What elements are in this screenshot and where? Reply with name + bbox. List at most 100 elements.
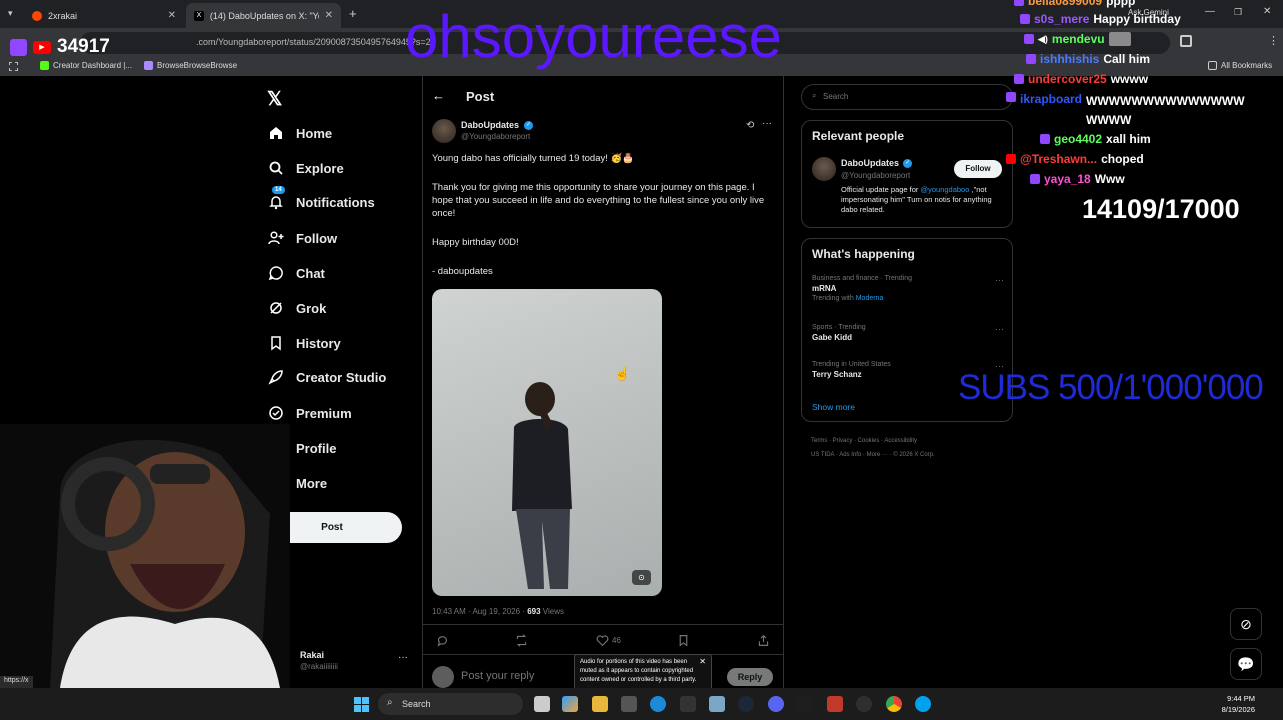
windows-start-icon[interactable] xyxy=(354,697,369,712)
search-box[interactable]: ⌕ Search xyxy=(801,84,1013,110)
obs-icon[interactable] xyxy=(856,696,872,712)
bookmark-icon xyxy=(144,61,153,70)
chat-line: yaya_18 Www xyxy=(1030,172,1125,186)
chat-line: s0s_mere Happy birthday xyxy=(1020,12,1181,26)
bookmark-label: Creator Dashboard |... xyxy=(53,61,133,70)
share-action[interactable] xyxy=(757,634,770,647)
grok-fab-icon[interactable]: ⊘ xyxy=(1230,608,1262,640)
url-text: .com/Youngdaboreport/status/209008735049… xyxy=(196,37,436,47)
like-action[interactable]: 46 xyxy=(596,634,621,647)
chat-icon xyxy=(268,266,283,281)
person-name[interactable]: DaboUpdates xyxy=(841,158,899,168)
tab-daboupdates[interactable]: X (14) DaboUpdates on X: "Young ✕ xyxy=(186,3,341,28)
copilot-icon[interactable] xyxy=(562,696,578,712)
account-switcher[interactable]: Rakai @rakaiiiiiiii ··· xyxy=(272,648,412,680)
search-icon: ⌕ xyxy=(387,697,393,708)
card-title: Relevant people xyxy=(812,129,905,143)
reply-input[interactable]: Post your reply xyxy=(461,670,534,682)
more-dots-icon[interactable]: ··· xyxy=(762,118,772,129)
task-view-icon[interactable] xyxy=(534,696,550,712)
close-icon[interactable]: ✕ xyxy=(325,10,333,21)
tab-list-chevron-icon[interactable]: ▾ xyxy=(8,8,13,19)
nav-home[interactable]: Home xyxy=(268,125,332,141)
footer-line[interactable]: Terms · Privacy · Cookies · Accessibilit… xyxy=(811,434,1011,448)
steam-icon[interactable] xyxy=(738,696,754,712)
show-more-link[interactable]: Show more xyxy=(812,402,855,412)
settings-icon[interactable] xyxy=(709,696,725,712)
relevant-people-card: Relevant people DaboUpdates ✓ @Youngdabo… xyxy=(801,120,1013,228)
twitch-badge-icon xyxy=(1020,14,1030,24)
grok-explain-icon[interactable]: ⟲ xyxy=(746,120,754,131)
more-dots-icon[interactable]: ··· xyxy=(398,652,408,663)
twitch-badge-icon xyxy=(1006,92,1016,102)
x-logo-icon[interactable]: 𝕏 xyxy=(267,88,282,111)
person-avatar[interactable] xyxy=(812,157,836,181)
chat-user: s0s_mere xyxy=(1034,12,1090,26)
maximize-button[interactable]: ❐ xyxy=(1234,7,1242,18)
nav-premium[interactable]: Premium xyxy=(268,405,352,421)
nav-history[interactable]: History xyxy=(268,335,341,351)
trend-item[interactable]: Business and finance · Trending mRNA Tre… xyxy=(812,275,1004,302)
bookmark-creator-dashboard[interactable]: Creator Dashboard |... xyxy=(40,61,132,70)
twitch-icon xyxy=(10,38,27,56)
chat-line: ◀) mendevu xyxy=(1024,32,1131,46)
reply-action[interactable] xyxy=(436,634,449,647)
post-header: Post xyxy=(466,89,495,104)
chat-line: @Treshawn... choped xyxy=(1006,152,1144,166)
app-icon[interactable] xyxy=(797,696,813,712)
taskbar-search-label: Search xyxy=(402,699,431,709)
twitch-badge-icon xyxy=(1014,0,1024,6)
post-image[interactable]: ⊙ xyxy=(432,289,662,596)
more-dots-icon[interactable]: ··· xyxy=(995,275,1004,285)
streamer-image xyxy=(0,424,290,688)
more-dots-icon[interactable]: ··· xyxy=(995,324,1004,334)
trend-extra: Trending with Moderna xyxy=(812,295,1004,302)
chat-user: ishhhishis xyxy=(1040,52,1100,66)
app-icon[interactable] xyxy=(680,696,696,712)
extensions-icon[interactable] xyxy=(1180,35,1192,47)
bio-mention-link[interactable]: @youngdaboo xyxy=(921,185,970,194)
follow-button[interactable]: Follow xyxy=(954,160,1002,178)
bookmark-browse[interactable]: BrowseBrowseBrowse xyxy=(144,61,237,70)
nav-creator-studio[interactable]: Creator Studio xyxy=(268,369,386,385)
chrome-icon[interactable] xyxy=(886,696,902,712)
chat-message: wwww xyxy=(1110,72,1149,86)
chat-user: mendevu xyxy=(1051,32,1105,46)
bookmark-action[interactable] xyxy=(677,634,690,647)
nav-explore[interactable]: Explore xyxy=(268,160,344,176)
author-avatar[interactable] xyxy=(432,119,456,143)
all-bookmarks-button[interactable]: All Bookmarks xyxy=(1208,61,1272,70)
discord-icon[interactable] xyxy=(768,696,784,712)
edge-icon[interactable] xyxy=(650,696,666,712)
app-icon[interactable] xyxy=(827,696,843,712)
trend-item[interactable]: Sports · Trending Gabe Kidd ··· xyxy=(812,324,1004,342)
trend-link[interactable]: Moderna xyxy=(856,295,884,302)
close-window-button[interactable]: ✕ xyxy=(1263,6,1271,17)
apps-grid-icon[interactable] xyxy=(9,62,18,71)
chat-message: Call him xyxy=(1103,52,1151,66)
app-icon[interactable] xyxy=(915,696,931,712)
clock[interactable]: 9:44 PM 8/19/2026 xyxy=(1205,693,1255,715)
nav-follow[interactable]: Follow xyxy=(268,230,337,246)
minimize-button[interactable]: — xyxy=(1205,6,1215,17)
close-icon[interactable]: ✕ xyxy=(699,657,706,666)
nav-chat[interactable]: Chat xyxy=(268,265,325,281)
menu-icon[interactable]: ⋮ xyxy=(1268,34,1279,47)
store-icon[interactable] xyxy=(621,696,637,712)
grok-image-icon[interactable]: ⊙ xyxy=(632,570,651,585)
file-explorer-icon[interactable] xyxy=(592,696,608,712)
nav-notifications[interactable]: 14 Notifications xyxy=(268,186,375,210)
footer-line[interactable]: US TIDA · Ads Info · More ··· · © 2026 X… xyxy=(811,448,1011,462)
reply-button[interactable]: Reply xyxy=(727,668,773,686)
repost-action[interactable] xyxy=(515,634,528,647)
twitch-badge-icon xyxy=(1030,174,1040,184)
nav-grok[interactable]: Grok xyxy=(268,300,326,316)
nav-label: Chat xyxy=(296,265,325,281)
chat-fab-icon[interactable]: 💬 xyxy=(1230,648,1262,680)
author-name[interactable]: DaboUpdates xyxy=(461,120,519,130)
tab-2xrakai[interactable]: 2xrakai ✕ xyxy=(24,3,184,28)
close-icon[interactable]: ✕ xyxy=(168,10,176,21)
new-tab-button[interactable]: + xyxy=(349,6,357,21)
taskbar-search[interactable]: ⌕ Search xyxy=(378,693,523,715)
back-arrow-icon[interactable]: ← xyxy=(432,88,445,103)
